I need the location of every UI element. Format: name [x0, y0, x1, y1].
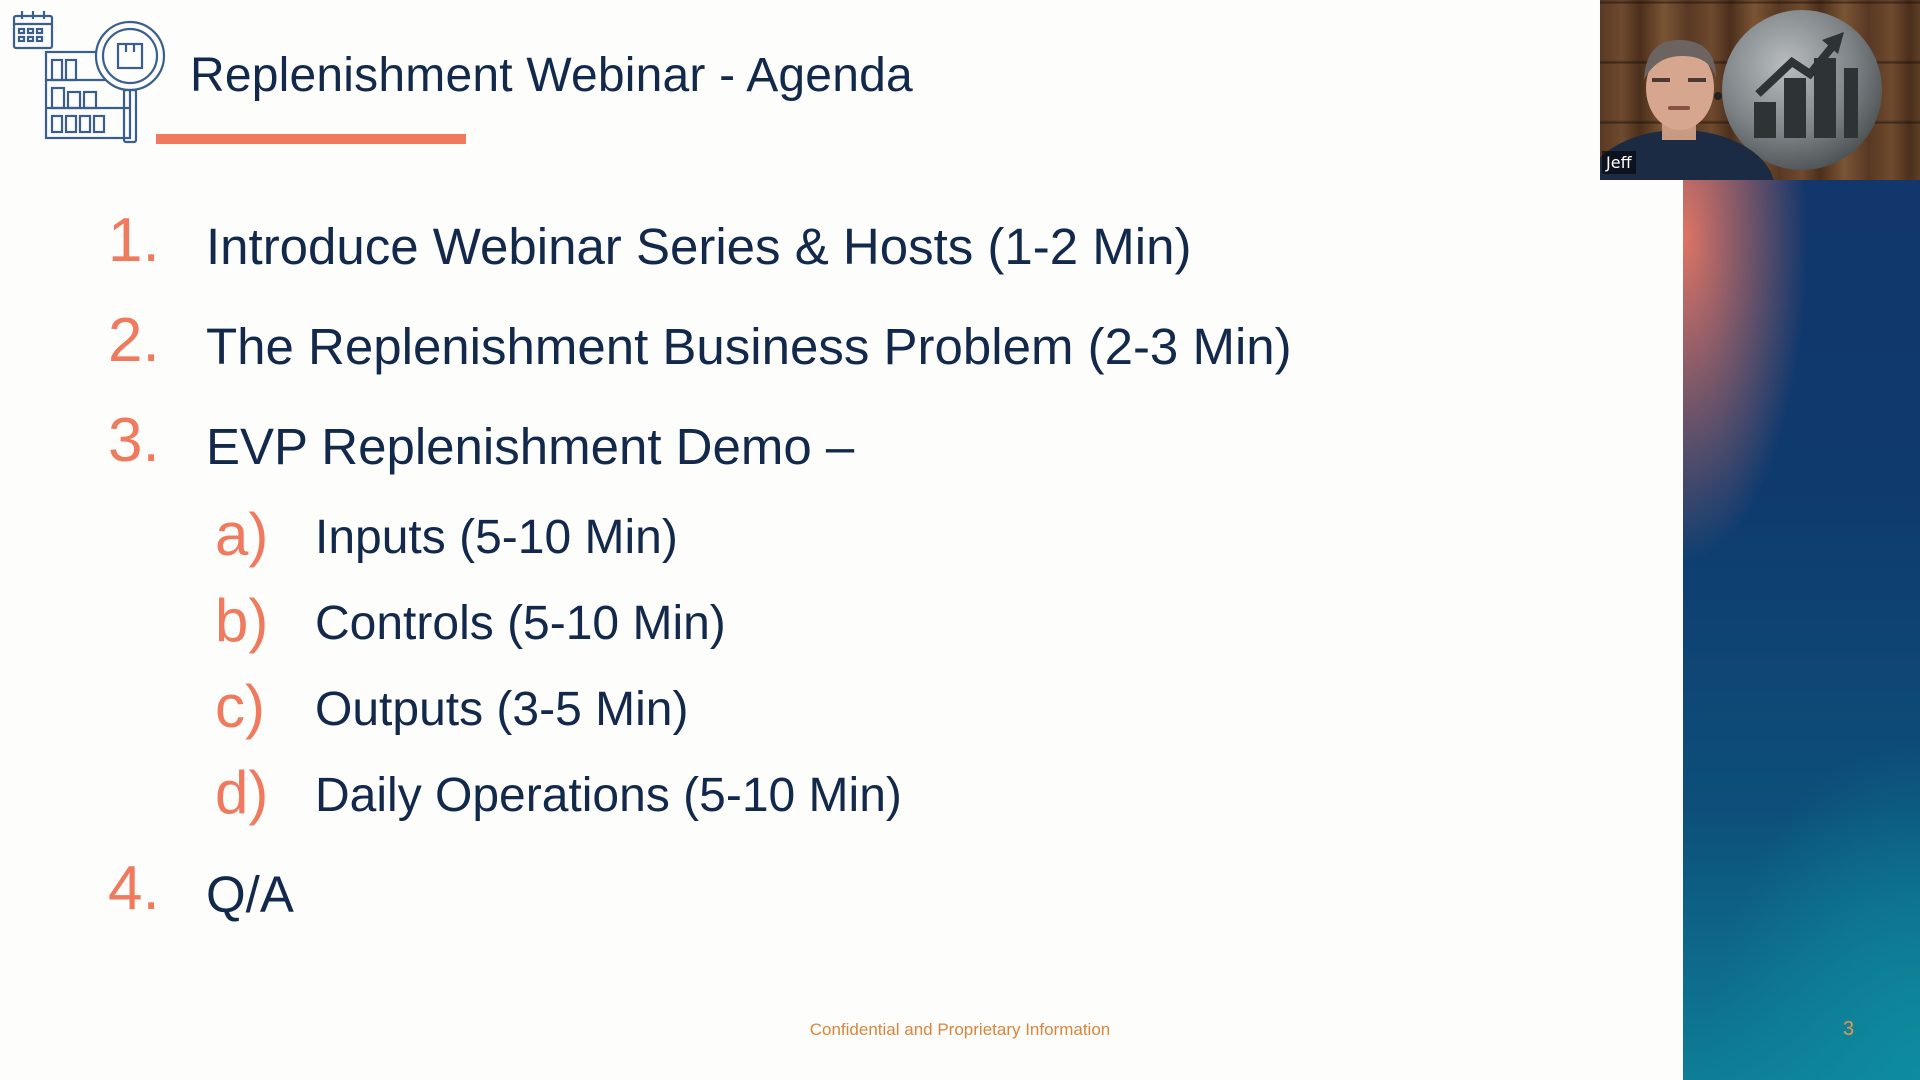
agenda-subitem-text: Outputs (3-5 Min) — [315, 683, 689, 736]
agenda-item-number: 1. — [108, 206, 160, 275]
agenda-subitem-text: Inputs (5-10 Min) — [315, 511, 678, 564]
agenda-subitem-letter: a) — [215, 501, 269, 568]
slide: Replenishment Webinar - Agenda 1. Introd… — [0, 0, 1920, 1080]
page-number: 3 — [1843, 1018, 1855, 1040]
confidential-footer: Confidential and Proprietary Information — [809, 1020, 1111, 1039]
warehouse-inspection-icon — [12, 11, 166, 144]
title-underline — [156, 134, 466, 144]
agenda-subitem-text: Controls (5-10 Min) — [315, 597, 726, 650]
agenda-item-number: 2. — [108, 306, 160, 375]
agenda-subitem-letter: b) — [215, 587, 269, 654]
agenda-subitem-text: Daily Operations (5-10 Min) — [315, 769, 902, 822]
agenda-item-number: 3. — [108, 406, 160, 475]
participant-name-label: Jeff — [1602, 151, 1636, 174]
slide-title: Replenishment Webinar - Agenda — [190, 49, 913, 102]
agenda-item-number: 4. — [108, 854, 160, 923]
agenda-item-text: EVP Replenishment Demo – — [206, 418, 855, 475]
agenda-item-text: Q/A — [206, 866, 294, 923]
agenda-item-text: The Replenishment Business Problem (2-3 … — [206, 318, 1292, 375]
agenda-item-text: Introduce Webinar Series & Hosts (1-2 Mi… — [206, 218, 1192, 275]
webcam-video-tile[interactable]: Jeff — [1600, 0, 1920, 180]
agenda-subitem-letter: c) — [215, 673, 265, 740]
agenda-subitem-letter: d) — [215, 759, 269, 826]
